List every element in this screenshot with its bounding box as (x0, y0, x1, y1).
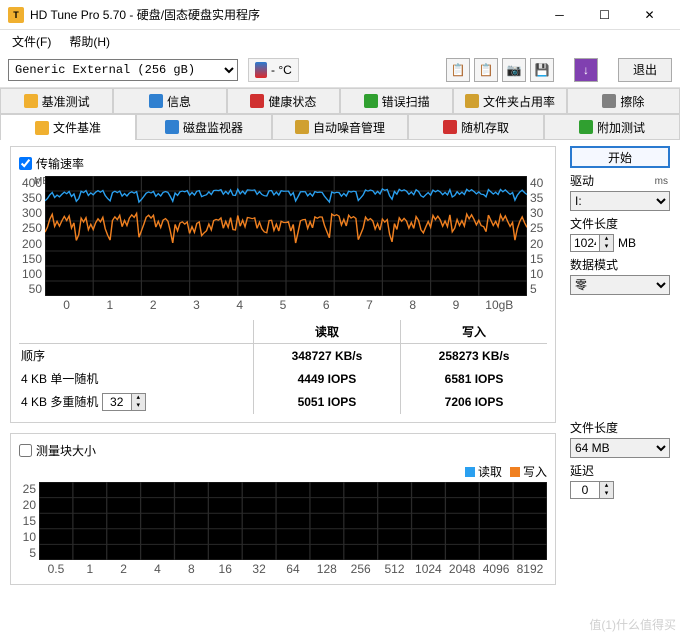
watermark: 值(1)什么值得买 (589, 616, 676, 633)
tab-folderusage[interactable]: 文件夹占用率 (453, 88, 566, 114)
health-icon (250, 94, 264, 108)
options-button[interactable]: ↓ (574, 58, 598, 82)
tab-diskmonitor[interactable]: 磁盘监视器 (136, 114, 272, 140)
transfer-rate-chart: 40035030025020015010050 403530252015105 (19, 176, 547, 296)
read-legend-icon (465, 467, 475, 477)
file-length2-select[interactable]: 64 MB (570, 438, 670, 458)
tabs-row-2: 文件基准 磁盘监视器 自动噪音管理 随机存取 附加测试 (0, 114, 680, 140)
file-length-label: 文件长度 (570, 215, 670, 232)
speaker-icon (295, 120, 309, 134)
block-size-chart: 252015105 (19, 482, 547, 560)
delay-spinner[interactable]: ▴▾ (570, 481, 614, 499)
transfer-rate-label: 传输速率 (36, 155, 84, 172)
tab-randomaccess[interactable]: 随机存取 (408, 114, 544, 140)
tab-extratests[interactable]: 附加测试 (544, 114, 680, 140)
exit-button[interactable]: 退出 (618, 58, 672, 82)
copy-text-button[interactable]: 📋 (446, 58, 470, 82)
minimize-button[interactable]: ─ (537, 1, 582, 29)
monitor-icon (165, 120, 179, 134)
tab-aam[interactable]: 自动噪音管理 (272, 114, 408, 140)
start-button[interactable]: 开始 (570, 146, 670, 168)
tab-benchmark[interactable]: 基准测试 (0, 88, 113, 114)
tab-errorscan[interactable]: 错误扫描 (340, 88, 453, 114)
menu-help[interactable]: 帮助(H) (65, 31, 114, 52)
temperature-display: - °C (248, 58, 299, 82)
spin-down-icon: ▾ (131, 402, 145, 410)
data-mode-label: 数据模式 (570, 256, 670, 273)
data-mode-select[interactable]: 零 (570, 275, 670, 295)
drive-letter-select[interactable]: I: (570, 191, 670, 211)
results-table: 读取写入 顺序348727 KB/s258273 KB/s 4 KB 单一随机4… (19, 320, 547, 414)
close-button[interactable]: ✕ (627, 1, 672, 29)
spin-up-icon: ▴ (131, 394, 145, 402)
app-icon: T (8, 7, 24, 23)
maximize-button[interactable]: ☐ (582, 1, 627, 29)
drive-select[interactable]: Generic External (256 gB) (8, 59, 238, 81)
thermometer-icon (255, 62, 267, 78)
search-icon (364, 94, 378, 108)
tab-info[interactable]: 信息 (113, 88, 226, 114)
tab-erase[interactable]: 擦除 (567, 88, 680, 114)
menu-file[interactable]: 文件(F) (8, 31, 55, 52)
file-icon (35, 121, 49, 135)
screenshot-button[interactable]: 📷 (502, 58, 526, 82)
tabs-row-1: 基准测试 信息 健康状态 错误扫描 文件夹占用率 擦除 (0, 88, 680, 114)
trash-icon (602, 94, 616, 108)
block-size-panel: 测量块大小 读取 写入 252015105 0.5124816326412825… (10, 433, 556, 585)
transfer-rate-checkbox[interactable] (19, 157, 32, 170)
tab-filebenchmark[interactable]: 文件基准 (0, 114, 136, 140)
file-length2-label: 文件长度 (570, 419, 670, 436)
info-icon (149, 94, 163, 108)
folder-icon (465, 94, 479, 108)
file-length-spinner[interactable]: ▴▾ (570, 234, 614, 252)
block-size-label: 测量块大小 (36, 442, 96, 459)
write-legend-icon (510, 467, 520, 477)
tab-health[interactable]: 健康状态 (227, 88, 340, 114)
window-title: HD Tune Pro 5.70 - 硬盘/固态硬盘实用程序 (30, 6, 537, 23)
delay-label: 延迟 (570, 462, 670, 479)
thread-count-spinner[interactable]: ▴▾ (102, 393, 146, 411)
lightbulb-icon (24, 94, 38, 108)
save-button[interactable]: 💾 (530, 58, 554, 82)
extra-icon (579, 120, 593, 134)
transfer-rate-panel: 传输速率 MB/s ms 40035030025020015010050 403… (10, 146, 556, 423)
block-size-checkbox[interactable] (19, 444, 32, 457)
random-icon (443, 120, 457, 134)
copy-info-button[interactable]: 📋 (474, 58, 498, 82)
